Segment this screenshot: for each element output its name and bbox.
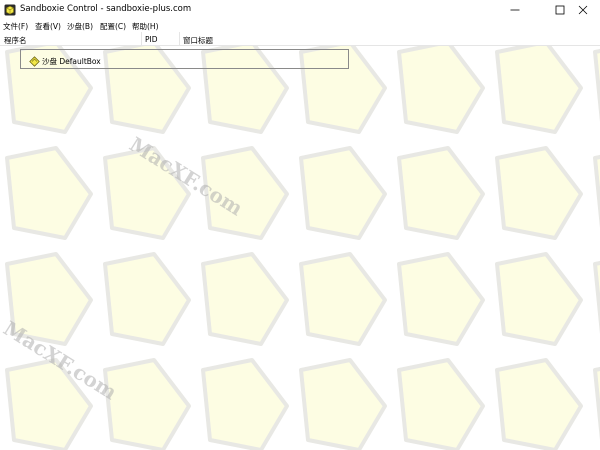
title-bar[interactable]: Sandboxie Control - sandboxie-plus.com (0, 0, 600, 20)
sandbox-label: 沙盘 DefaultBox (42, 57, 101, 66)
list-header: 程序名 PID 窗口标题 (0, 32, 600, 46)
sandboxie-logo-icon (4, 4, 16, 16)
minimize-icon (510, 9, 520, 11)
menu-help[interactable]: 帮助(H) (132, 21, 159, 32)
column-window-title[interactable]: 窗口标题 (183, 35, 213, 46)
sandboxie-control-window: Sandboxie Control - sandboxie-plus.com 文… (0, 0, 600, 450)
column-pid[interactable]: PID (145, 35, 158, 44)
close-button[interactable] (566, 0, 600, 20)
menu-view[interactable]: 查看(V) (35, 21, 61, 32)
menu-file[interactable]: 文件(F) (3, 21, 28, 32)
menu-bar: 文件(F) 查看(V) 沙盘(B) 配置(C) 帮助(H) (0, 20, 600, 32)
column-divider[interactable] (179, 32, 180, 45)
process-list[interactable]: MacXF.com MacXF.com 沙盘 DefaultBox (0, 46, 600, 450)
close-icon (578, 5, 588, 15)
menu-sandbox[interactable]: 沙盘(B) (67, 21, 93, 32)
column-program-name[interactable]: 程序名 (4, 35, 27, 46)
background-pattern (0, 46, 600, 450)
maximize-icon (555, 5, 565, 15)
sandbox-icon (29, 56, 40, 67)
column-divider[interactable] (141, 32, 142, 45)
sandbox-row-defaultbox[interactable]: 沙盘 DefaultBox (20, 49, 349, 69)
minimize-button[interactable] (498, 0, 532, 20)
window-title: Sandboxie Control - sandboxie-plus.com (20, 4, 192, 14)
menu-configure[interactable]: 配置(C) (100, 21, 126, 32)
